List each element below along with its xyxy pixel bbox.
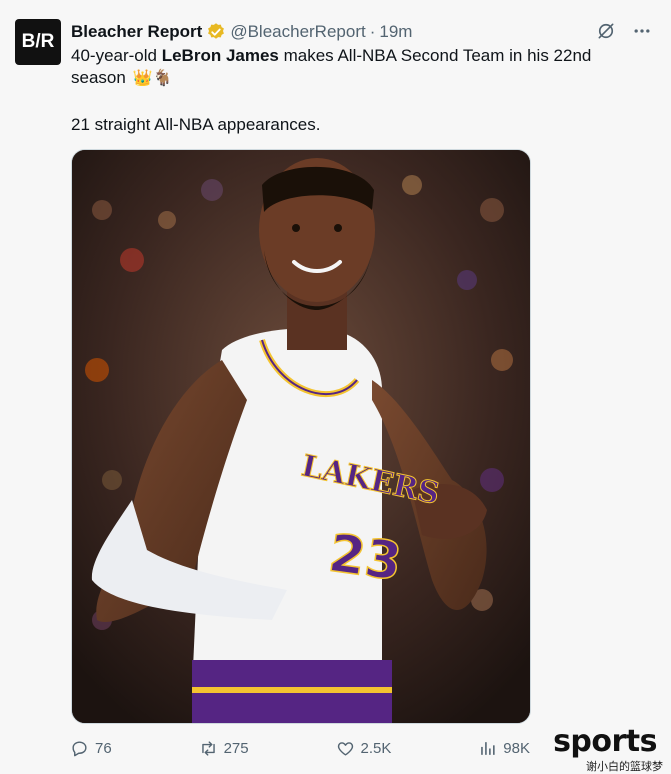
watermark-brand: sports: [553, 724, 657, 759]
verified-badge-icon[interactable]: [206, 22, 226, 42]
tweet-text: 40-year-old LeBron James makes All-NBA S…: [71, 45, 631, 136]
reply-button[interactable]: 76: [70, 737, 112, 759]
reply-icon: [72, 740, 87, 756]
retweet-button[interactable]: 275: [199, 737, 249, 759]
like-button[interactable]: 2.5K: [336, 737, 392, 759]
like-icon: [337, 741, 353, 756]
crown-goat-emoji: 👑🐐: [132, 70, 173, 87]
tweet-card[interactable]: B/R Bleacher Report @BleacherReport · 19…: [0, 0, 671, 774]
views-count: 98K: [503, 739, 530, 757]
retweet-count: 275: [223, 739, 249, 757]
tweet-photo[interactable]: LAKERS 23: [71, 149, 531, 724]
like-count: 2.5K: [360, 739, 392, 757]
separator-dot: ·: [369, 22, 376, 41]
tweet-bold-name: LeBron James: [161, 46, 279, 65]
timestamp[interactable]: 19m: [379, 22, 412, 42]
tweet-actions: 76 275 2.5K 98K: [70, 737, 530, 759]
reply-count: 76: [95, 739, 112, 757]
views-icon: [481, 741, 495, 755]
retweet-icon: [201, 740, 215, 756]
account-name[interactable]: Bleacher Report: [71, 22, 202, 42]
tweet-header: Bleacher Report @BleacherReport · 19m: [71, 20, 412, 44]
tweet-line-1-prefix: 40-year-old: [71, 46, 162, 65]
jersey-number-text: 23: [325, 523, 405, 592]
tweet-line-1: 40-year-old LeBron James makes All-NBA S…: [71, 45, 631, 90]
avatar-text: B/R: [21, 31, 55, 52]
player-photo-illustration: LAKERS 23: [72, 150, 530, 723]
avatar[interactable]: B/R: [15, 19, 61, 65]
views-button[interactable]: 98K: [478, 737, 530, 759]
more-icon[interactable]: [631, 20, 653, 42]
watermark-sub: 谢小白的篮球梦: [586, 761, 663, 773]
top-actions: [595, 20, 653, 42]
tweet-line-2: 21 straight All-NBA appearances.: [71, 115, 321, 134]
grok-icon[interactable]: [595, 20, 617, 42]
account-handle[interactable]: @BleacherReport: [230, 22, 365, 42]
